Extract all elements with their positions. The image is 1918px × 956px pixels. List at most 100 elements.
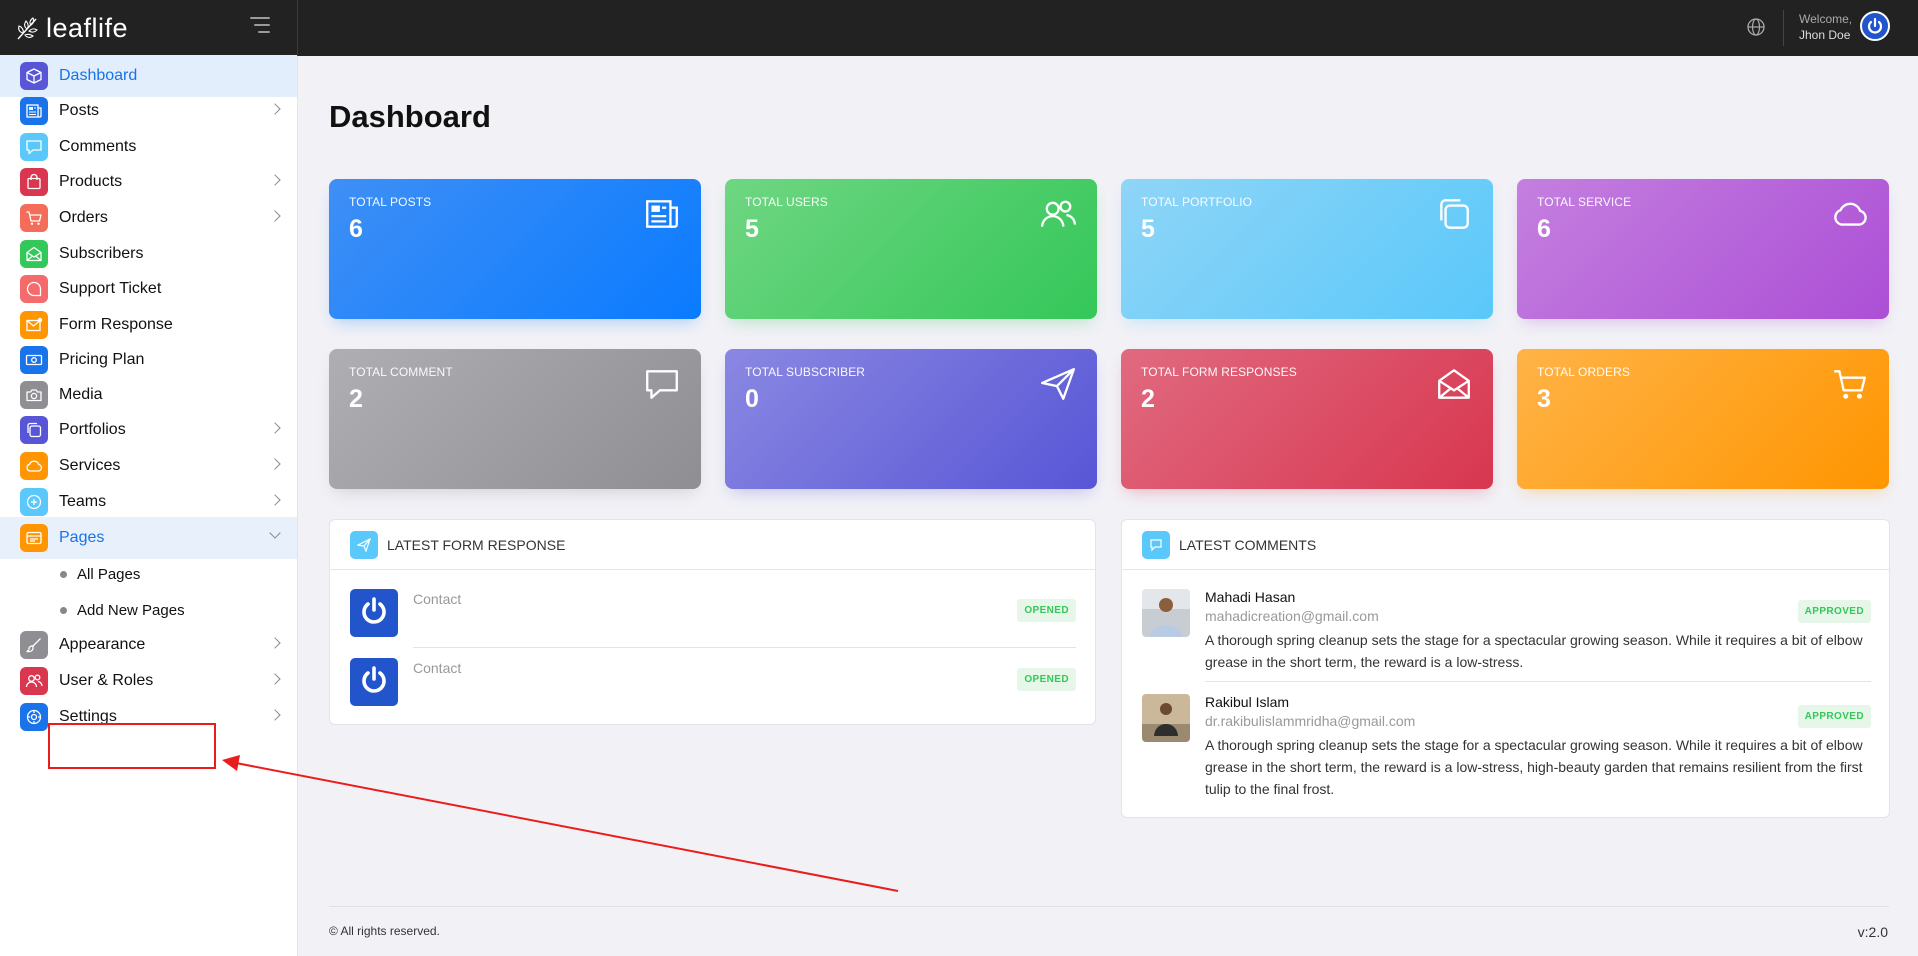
cart-icon <box>20 204 48 232</box>
menu-toggle-icon[interactable] <box>250 17 272 37</box>
stat-label: TOTAL FORM RESPONSES <box>1141 365 1297 379</box>
latest-form-response-panel: LATEST FORM RESPONSE Contact OPENED Contac… <box>329 519 1096 725</box>
send-icon <box>1039 365 1077 403</box>
comment-text: A thorough spring cleanup sets the stage… <box>1205 737 1863 797</box>
commenter-email: dr.rakibulislammridha@gmail.com <box>1205 713 1416 729</box>
stat-card-total-orders[interactable]: TOTAL ORDERS 3 <box>1517 349 1889 489</box>
sidebar-item-label: Teams <box>59 493 107 510</box>
stat-value: 6 <box>1537 215 1551 243</box>
panel-title: LATEST FORM RESPONSE <box>387 536 566 553</box>
users-icon <box>20 667 48 695</box>
avatar <box>350 589 398 637</box>
stat-value: 6 <box>349 215 363 243</box>
chevron-right-icon <box>269 458 281 470</box>
panel-header: LATEST FORM RESPONSE <box>330 520 1095 570</box>
top-bar: leaflife Welcome, Jhon Doe <box>0 0 1918 56</box>
newspaper-icon <box>643 195 681 233</box>
response-subject: Contact <box>413 660 462 676</box>
stat-card-total-posts[interactable]: TOTAL POSTS 6 <box>329 179 701 319</box>
power-icon <box>359 596 389 631</box>
sidebar-item-label: Pages <box>59 529 105 546</box>
stat-label: TOTAL SERVICE <box>1537 195 1632 209</box>
mail-badge-icon <box>20 311 48 339</box>
sidebar-item-label: Form Response <box>59 316 173 333</box>
sidebar-item-label: Products <box>59 173 123 190</box>
welcome-label: Welcome, <box>1799 12 1853 26</box>
sidebar-item-label: Dashboard <box>59 67 138 84</box>
commenter-email: mahadicreation@gmail.com <box>1205 608 1379 624</box>
sidebar-item-label: Portfolios <box>59 421 126 438</box>
stat-value: 3 <box>1537 385 1551 413</box>
list-item[interactable]: Contact OPENED <box>350 589 1076 658</box>
sidebar-item-label: Pricing Plan <box>59 351 145 368</box>
chevron-right-icon <box>269 210 281 222</box>
cloud-icon <box>20 452 48 480</box>
cube-icon <box>20 62 48 90</box>
status-badge: APPROVED <box>1797 600 1871 623</box>
chevron-right-icon <box>269 637 281 649</box>
row-divider <box>413 647 1076 648</box>
bullet-dot <box>60 606 67 614</box>
copy-icon <box>20 416 48 444</box>
sidebar-item-label: Comments <box>59 138 137 155</box>
row-divider <box>1205 681 1871 682</box>
footer-copyright: © All rights reserved. <box>329 924 440 938</box>
stat-value: 5 <box>1141 215 1155 243</box>
stat-label: TOTAL COMMENT <box>349 365 453 379</box>
users-icon <box>1039 195 1077 233</box>
highlight-box <box>48 723 216 769</box>
chevron-right-icon <box>269 174 281 186</box>
subitem-label: Add New Pages <box>77 601 185 619</box>
window-icon <box>20 524 48 552</box>
sidebar-item-label: User & Roles <box>59 672 154 689</box>
sidebar-item-label: Support Ticket <box>59 280 162 297</box>
sidebar-item-label: Orders <box>59 209 108 226</box>
stat-label: TOTAL USERS <box>745 195 828 209</box>
envelope-open-icon <box>1435 365 1473 403</box>
bag-icon <box>20 168 48 196</box>
list-item[interactable]: Contact OPENED <box>350 658 1076 727</box>
footer-version: v:2.0 <box>1857 924 1888 940</box>
comment-text: A thorough spring cleanup sets the stage… <box>1205 632 1863 670</box>
page-title: Dashboard <box>329 99 491 134</box>
stat-card-total-users[interactable]: TOTAL USERS 5 <box>725 179 1097 319</box>
list-item[interactable]: Rakibul Islam dr.rakibulislammridha@gmail… <box>1142 694 1871 804</box>
stat-card-total-portfolio[interactable]: TOTAL PORTFOLIO 5 <box>1121 179 1493 319</box>
chevron-right-icon <box>269 709 281 721</box>
stat-label: TOTAL SUBSCRIBER <box>745 365 866 379</box>
power-icon <box>359 665 389 700</box>
sidebar-item-pages[interactable]: Pages <box>0 517 297 559</box>
stat-label: TOTAL PORTFOLIO <box>1141 195 1253 209</box>
chevron-right-icon <box>269 494 281 506</box>
sidebar-item-label: Media <box>59 386 103 403</box>
status-badge: APPROVED <box>1797 705 1871 728</box>
stat-card-total-service[interactable]: TOTAL SERVICE 6 <box>1517 179 1889 319</box>
stat-card-total-form-responses[interactable]: TOTAL FORM RESPONSES 2 <box>1121 349 1493 489</box>
leaf-icon <box>17 17 38 40</box>
newspaper-icon <box>20 97 48 125</box>
power-icon <box>1867 17 1883 34</box>
chevron-right-icon <box>269 673 281 685</box>
chat-icon <box>1142 530 1170 559</box>
panel-header: LATEST COMMENTS <box>1122 520 1889 570</box>
globe-icon[interactable] <box>1745 16 1767 38</box>
avatar[interactable] <box>1860 11 1890 41</box>
commenter-name: Rakibul Islam <box>1205 694 1290 710</box>
stat-label: TOTAL POSTS <box>349 195 432 209</box>
user-name: Jhon Doe <box>1799 28 1851 42</box>
chat-icon <box>20 133 48 161</box>
sidebar-item-label: Services <box>59 457 121 474</box>
chat-icon <box>643 365 681 403</box>
sidebar-subitem-add-new-pages[interactable]: Add New Pages <box>0 590 297 630</box>
stat-card-total-subscriber[interactable]: TOTAL SUBSCRIBER 0 <box>725 349 1097 489</box>
sidebar-item-label: Subscribers <box>59 245 144 262</box>
copy-icon <box>1435 195 1473 233</box>
stat-card-total-comment[interactable]: TOTAL COMMENT 2 <box>329 349 701 489</box>
list-item[interactable]: Mahadi Hasan mahadicreation@gmail.com APPR… <box>1142 589 1871 682</box>
cart-icon <box>1831 365 1869 403</box>
welcome-text[interactable]: Welcome, Jhon Doe <box>1799 11 1852 43</box>
sidebar-subitem-all-pages[interactable]: All Pages <box>0 554 297 594</box>
chevron-down-icon <box>269 527 281 539</box>
sidebar-item-label: Appearance <box>59 636 146 653</box>
sidebar: Dashboard Posts Comments Products Orders Subs… <box>0 55 298 956</box>
